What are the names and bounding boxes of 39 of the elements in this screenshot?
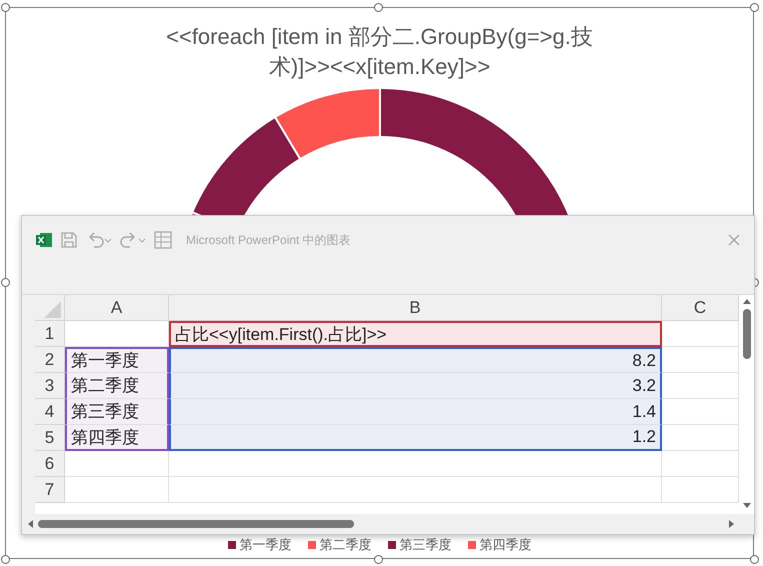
legend-label: 第二季度 xyxy=(320,536,372,554)
legend-label: 第三季度 xyxy=(400,536,452,554)
scroll-up-icon[interactable] xyxy=(742,297,752,305)
row-header[interactable]: 7 xyxy=(35,477,65,503)
row-header[interactable]: 2 xyxy=(35,347,65,373)
resize-handle[interactable] xyxy=(750,3,759,12)
column-header[interactable]: A xyxy=(65,295,169,321)
resize-handle[interactable] xyxy=(1,555,10,564)
chart-title: <<foreach [item in 部分二.GroupBy(g=>g.技术)]>><<x[item.Key]>> xyxy=(165,23,594,81)
resize-handle[interactable] xyxy=(374,555,383,564)
resize-handle[interactable] xyxy=(1,3,10,12)
table-cell: 1.2 xyxy=(169,425,662,451)
table-cell: 占比<<y[item.First().占比]>> xyxy=(169,321,662,347)
scrollbar-thumb[interactable] xyxy=(742,309,750,359)
resize-handle[interactable] xyxy=(750,555,759,564)
resize-handle[interactable] xyxy=(1,278,10,287)
table-cell: 第二季度 xyxy=(65,373,169,399)
table-cell: 8.2 xyxy=(169,347,662,373)
legend-label: 第一季度 xyxy=(240,536,292,554)
table-cell: 1.4 xyxy=(169,399,662,425)
row-header[interactable]: 5 xyxy=(35,425,65,451)
scrollbar-thumb[interactable] xyxy=(38,520,354,528)
scroll-left-icon[interactable] xyxy=(26,519,34,529)
legend-label: 第四季度 xyxy=(480,536,532,554)
excel-icon[interactable] xyxy=(36,232,52,248)
window-title: Microsoft PowerPoint 中的图表 xyxy=(186,232,351,248)
scroll-right-icon[interactable] xyxy=(728,519,736,529)
resize-handle[interactable] xyxy=(374,3,383,12)
row-header[interactable]: 6 xyxy=(35,451,65,477)
column-header[interactable]: B xyxy=(169,295,662,321)
table-cell: 第四季度 xyxy=(65,425,169,451)
row-header[interactable]: 1 xyxy=(35,321,65,347)
row-header[interactable]: 3 xyxy=(35,373,65,399)
table-cell: 第一季度 xyxy=(65,347,169,373)
row-header[interactable]: 4 xyxy=(35,399,65,425)
scroll-down-icon[interactable] xyxy=(742,502,752,510)
table-cell: 第三季度 xyxy=(65,399,169,425)
table-cell: 3.2 xyxy=(169,373,662,399)
column-header[interactable]: C xyxy=(662,295,739,321)
